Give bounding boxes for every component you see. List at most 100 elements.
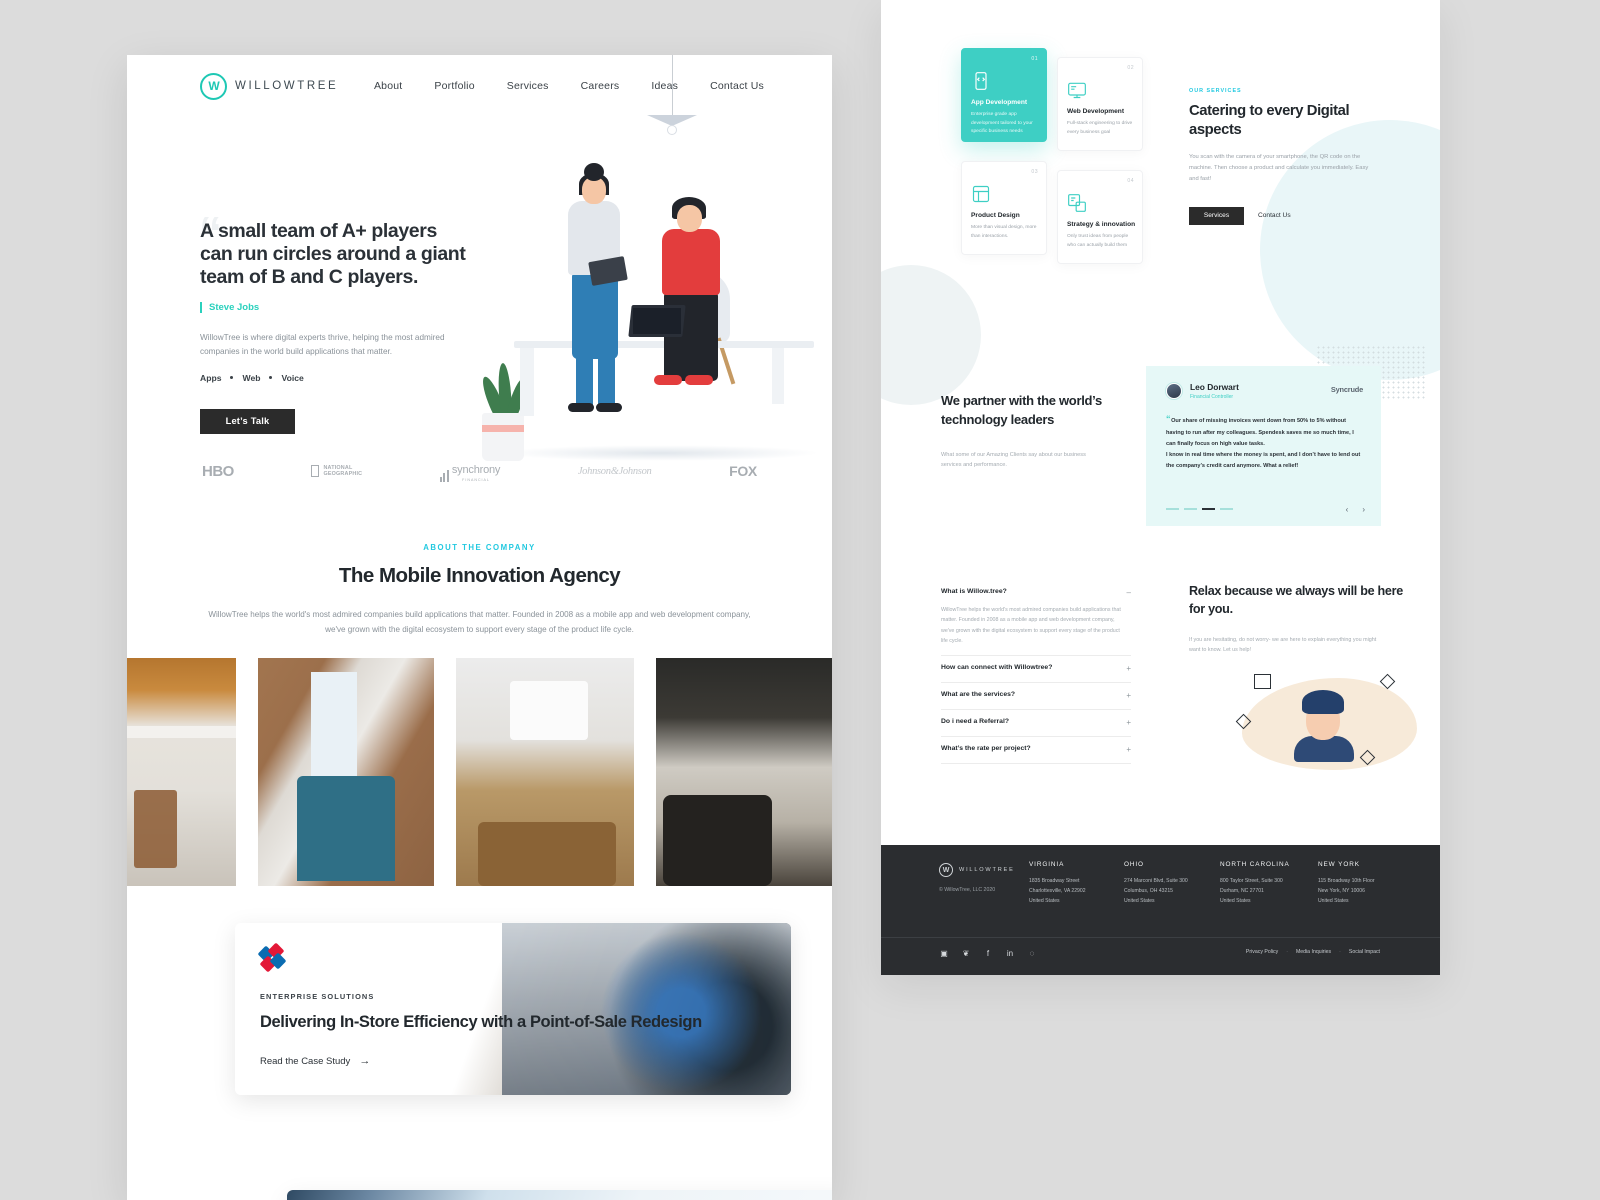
partners-title: We partner with the world’s technology l… bbox=[941, 393, 1102, 427]
case-study-cta-label: Read the Case Study bbox=[260, 1055, 351, 1067]
site-logo[interactable]: W WILLOWTREE bbox=[200, 72, 338, 100]
twitter-icon[interactable]: ❦ bbox=[961, 948, 971, 958]
lets-talk-button[interactable]: Let’s Talk bbox=[200, 408, 295, 434]
faq-item-how-can-connect[interactable]: How can connect with Willowtree? + bbox=[941, 656, 1131, 684]
primary-nav: About Portfolio Services Careers Ideas C… bbox=[374, 80, 764, 92]
plus-icon[interactable]: + bbox=[1126, 745, 1131, 754]
read-case-study-link[interactable]: Read the Case Study → bbox=[260, 1055, 702, 1067]
standing-person-shoe bbox=[596, 403, 622, 412]
footer-legal-links: Privacy Policy · Media Inquiries · Socia… bbox=[1246, 949, 1380, 955]
hero-tag-web: Web bbox=[242, 372, 261, 383]
faq-answer: WillowTree helps the world's most admire… bbox=[941, 607, 1121, 644]
standing-person-hair-bun bbox=[584, 163, 604, 181]
faq-question-label: What’s the rate per project? bbox=[941, 745, 1031, 753]
service-card-web-development[interactable]: 02 Web Development Full-stack engineerin… bbox=[1057, 57, 1143, 151]
willowtree-mark-icon: W bbox=[939, 863, 953, 877]
faq-accordion: What is Willow.tree? – WillowTree helps … bbox=[941, 580, 1131, 765]
faq-question-label: What is Willow.tree? bbox=[941, 588, 1007, 595]
services-description: You scan with the camera of your smartph… bbox=[1189, 154, 1369, 182]
dribbble-icon[interactable]: ◌ bbox=[1027, 948, 1037, 958]
gallery-photo bbox=[127, 657, 237, 886]
linkedin-icon[interactable]: in bbox=[1005, 948, 1015, 958]
left-page-mockup: W WILLOWTREE About Portfolio Services Ca… bbox=[127, 55, 832, 1200]
person-hair bbox=[1302, 690, 1344, 714]
case-study-card[interactable]: ENTERPRISE SOLUTIONS Delivering In-Store… bbox=[235, 923, 791, 1095]
footer-link-social-impact[interactable]: Social Impact bbox=[1349, 949, 1380, 955]
service-card-title: Strategy & innovation bbox=[1067, 221, 1136, 228]
avatar bbox=[1166, 383, 1182, 399]
pagination-dot[interactable] bbox=[1166, 508, 1179, 510]
faq-question[interactable]: What are the services? + bbox=[941, 683, 1131, 700]
separator-dot: · bbox=[1286, 949, 1288, 955]
chevron-left-icon[interactable]: ‹ bbox=[1346, 505, 1349, 514]
nav-item-ideas[interactable]: Ideas bbox=[651, 80, 678, 92]
partners-block: We partner with the world’s technology l… bbox=[941, 392, 1106, 471]
service-card-description: Only trust ideas from people who can act… bbox=[1067, 234, 1129, 248]
decorative-blob bbox=[881, 265, 981, 405]
faq-question[interactable]: Do i need a Referral? + bbox=[941, 710, 1131, 727]
nav-item-portfolio[interactable]: Portfolio bbox=[434, 80, 474, 92]
pagination-dot[interactable] bbox=[1220, 508, 1233, 510]
faq-item-what-is-willowtree[interactable]: What is Willow.tree? – WillowTree helps … bbox=[941, 580, 1131, 657]
nav-item-careers[interactable]: Careers bbox=[581, 80, 620, 92]
faq-question[interactable]: How can connect with Willowtree? + bbox=[941, 656, 1131, 673]
faq-item-do-i-need-referral[interactable]: Do i need a Referral? + bbox=[941, 710, 1131, 738]
testimonial-nav: ‹ › bbox=[1346, 505, 1365, 514]
footer-link-privacy-policy[interactable]: Privacy Policy bbox=[1246, 949, 1278, 955]
testimonial-paragraph-2: I know in real time where the money is s… bbox=[1166, 452, 1361, 470]
minus-icon[interactable]: – bbox=[1127, 588, 1131, 597]
synchrony-subtitle: FINANCIAL bbox=[462, 478, 490, 482]
hero-tag-apps: Apps bbox=[200, 372, 222, 383]
facebook-icon[interactable]: f bbox=[983, 948, 993, 958]
partners-description: What some of our Amazing Clients say abo… bbox=[941, 451, 1086, 469]
office-city: VIRGINIA bbox=[1029, 861, 1065, 868]
footer-link-media-inquiries[interactable]: Media Inquiries bbox=[1296, 949, 1331, 955]
faq-question[interactable]: What’s the rate per project? + bbox=[941, 737, 1131, 754]
separator-dot: · bbox=[1339, 949, 1341, 955]
desk-leg bbox=[520, 348, 534, 416]
nav-item-services[interactable]: Services bbox=[507, 80, 549, 92]
nav-item-contact-us[interactable]: Contact Us bbox=[710, 80, 764, 92]
hero-section: “ A small team of A+ players can run cir… bbox=[127, 117, 832, 461]
contact-us-link[interactable]: Contact Us bbox=[1258, 212, 1291, 219]
footer-logo[interactable]: W WILLOWTREE bbox=[939, 863, 1015, 877]
nav-item-about[interactable]: About bbox=[374, 80, 402, 92]
natgeo-rect-icon bbox=[311, 465, 320, 477]
service-card-title: App Development bbox=[971, 99, 1028, 106]
hero-tag-list: Apps Web Voice bbox=[200, 373, 470, 383]
testimonial-author-role: Financial Controller bbox=[1190, 394, 1234, 400]
office-address: 274 Marconi Blvd, Suite 300 Columbus, OH… bbox=[1124, 878, 1188, 904]
synchrony-wordmark: synchrony bbox=[451, 464, 501, 476]
service-card-strategy-innovation[interactable]: 04 Strategy & innovation Only trust idea… bbox=[1057, 170, 1143, 264]
plus-icon[interactable]: + bbox=[1126, 718, 1131, 727]
monitor-icon bbox=[1067, 80, 1087, 100]
services-button[interactable]: Services bbox=[1189, 206, 1244, 225]
office-photo-gallery bbox=[127, 638, 832, 886]
pagination-dot[interactable] bbox=[1184, 508, 1197, 510]
instagram-icon[interactable]: ▣ bbox=[939, 948, 949, 958]
standing-person-leg-right bbox=[598, 355, 615, 407]
about-title: The Mobile Innovation Agency bbox=[338, 564, 621, 587]
faq-question[interactable]: What is Willow.tree? – bbox=[941, 580, 1131, 597]
footer-social-links: ▣ ❦ f in ◌ bbox=[939, 948, 1037, 958]
plus-icon[interactable]: + bbox=[1126, 691, 1131, 700]
seated-person-body bbox=[662, 229, 720, 295]
faq-item-what-are-the-services[interactable]: What are the services? + bbox=[941, 683, 1131, 711]
chevron-right-icon[interactable]: › bbox=[1362, 505, 1365, 514]
illustration-shadow bbox=[500, 445, 820, 461]
dot-separator-icon bbox=[269, 376, 273, 380]
office-city: NEW YORK bbox=[1318, 861, 1360, 868]
testimonial-pagination[interactable] bbox=[1166, 508, 1233, 510]
pagination-dot-active[interactable] bbox=[1202, 508, 1215, 510]
dot-separator-icon bbox=[230, 376, 234, 380]
faq-item-rate-per-project[interactable]: What’s the rate per project? + bbox=[941, 737, 1131, 765]
service-card-product-design[interactable]: 03 Product Design More than visual desig… bbox=[961, 161, 1047, 255]
faq-question-label: How can connect with Willowtree? bbox=[941, 664, 1053, 672]
service-card-app-development[interactable]: 01 App Development Enterprise grade app … bbox=[961, 48, 1047, 142]
service-card-title: Web Development bbox=[1067, 108, 1125, 115]
testimonial-paragraph-1: “ Our share of missing invoices went dow… bbox=[1166, 410, 1361, 450]
national-geographic-case-card[interactable]: NATIONALGEOGRAPHIC bbox=[287, 1190, 832, 1200]
plus-icon[interactable]: + bbox=[1126, 664, 1131, 673]
desk-leg bbox=[772, 348, 784, 404]
relax-block: Relax because we always will be here for… bbox=[1189, 583, 1417, 770]
